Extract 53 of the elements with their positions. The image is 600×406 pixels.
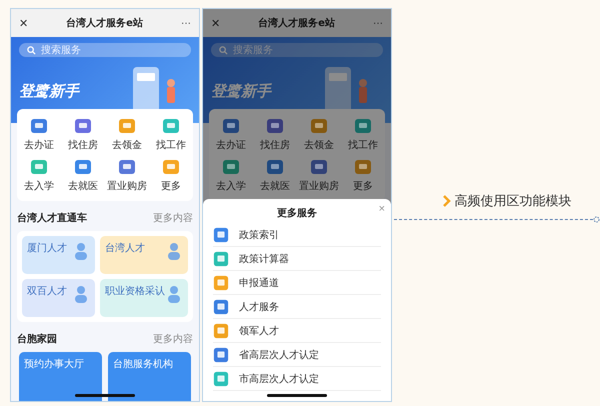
more-link[interactable]: 更多内容 [153, 211, 193, 225]
service-item[interactable]: 人才服务 [213, 295, 381, 319]
more-link[interactable]: 更多内容 [153, 332, 193, 346]
quick-action[interactable]: 更多 [149, 158, 193, 193]
service-item[interactable]: 政策索引 [213, 223, 381, 247]
quick-action[interactable]: 去就医 [253, 158, 297, 193]
person-icon [72, 241, 90, 261]
section-title: 台湾人才直通车 [17, 211, 87, 225]
service-item[interactable]: 省高层次人才认定 [213, 343, 381, 367]
quick-action[interactable]: 去领金 [297, 117, 341, 152]
quick-action[interactable]: 置业购房 [297, 158, 341, 193]
sheet-title: 更多服务 [277, 206, 317, 220]
chevron-icon [442, 195, 450, 207]
quick-action[interactable]: 更多 [341, 158, 385, 193]
service-tile[interactable]: 双百人才 [22, 279, 95, 317]
service-item[interactable]: 申报通道 [213, 271, 381, 295]
person-icon [165, 241, 183, 261]
banner-title: 登鹭新手 [211, 82, 271, 100]
service-banner[interactable]: 台胞服务机构 [108, 352, 191, 401]
quick-action[interactable]: 找住房 [61, 117, 105, 152]
service-tile[interactable]: 厦门人才 [22, 236, 95, 274]
service-item[interactable]: 市高层次人才认定 [213, 367, 381, 391]
more-button[interactable]: ··· [372, 18, 383, 28]
quick-action[interactable]: 去就医 [61, 158, 105, 193]
banner-title: 登鹭新手 [19, 82, 79, 100]
quick-action[interactable]: 去入学 [209, 158, 253, 193]
quick-action[interactable]: 找住房 [253, 117, 297, 152]
service-item[interactable]: 领军人才 [213, 319, 381, 343]
person-icon [165, 284, 183, 304]
quick-action[interactable]: 去领金 [105, 117, 149, 152]
service-tile[interactable]: 台湾人才 [100, 236, 188, 274]
quick-action[interactable]: 找工作 [341, 117, 385, 152]
close-button[interactable]: ✕ [211, 16, 220, 30]
quick-action[interactable]: 置业购房 [105, 158, 149, 193]
search-icon [219, 46, 228, 54]
quick-action[interactable]: 去办证 [17, 117, 61, 152]
close-button[interactable]: × [378, 203, 385, 215]
annotation-label: 高频使用区功能模块 [454, 193, 572, 210]
more-button[interactable]: ··· [180, 18, 191, 28]
search-icon [27, 46, 36, 54]
app-title: 台湾人才服务e站 [258, 16, 335, 30]
service-banner[interactable]: 预约办事大厅 [19, 352, 102, 401]
home-indicator [267, 394, 327, 397]
home-indicator [75, 394, 135, 397]
quick-action[interactable]: 去办证 [209, 117, 253, 152]
section-title: 台胞家园 [17, 332, 57, 346]
person-icon [72, 284, 90, 304]
close-button[interactable]: ✕ [19, 16, 28, 30]
service-tile[interactable]: 职业资格采认 [100, 279, 188, 317]
quick-action[interactable]: 找工作 [149, 117, 193, 152]
quick-action[interactable]: 去入学 [17, 158, 61, 193]
service-item[interactable]: 政策计算器 [213, 247, 381, 271]
app-title: 台湾人才服务e站 [66, 16, 143, 30]
